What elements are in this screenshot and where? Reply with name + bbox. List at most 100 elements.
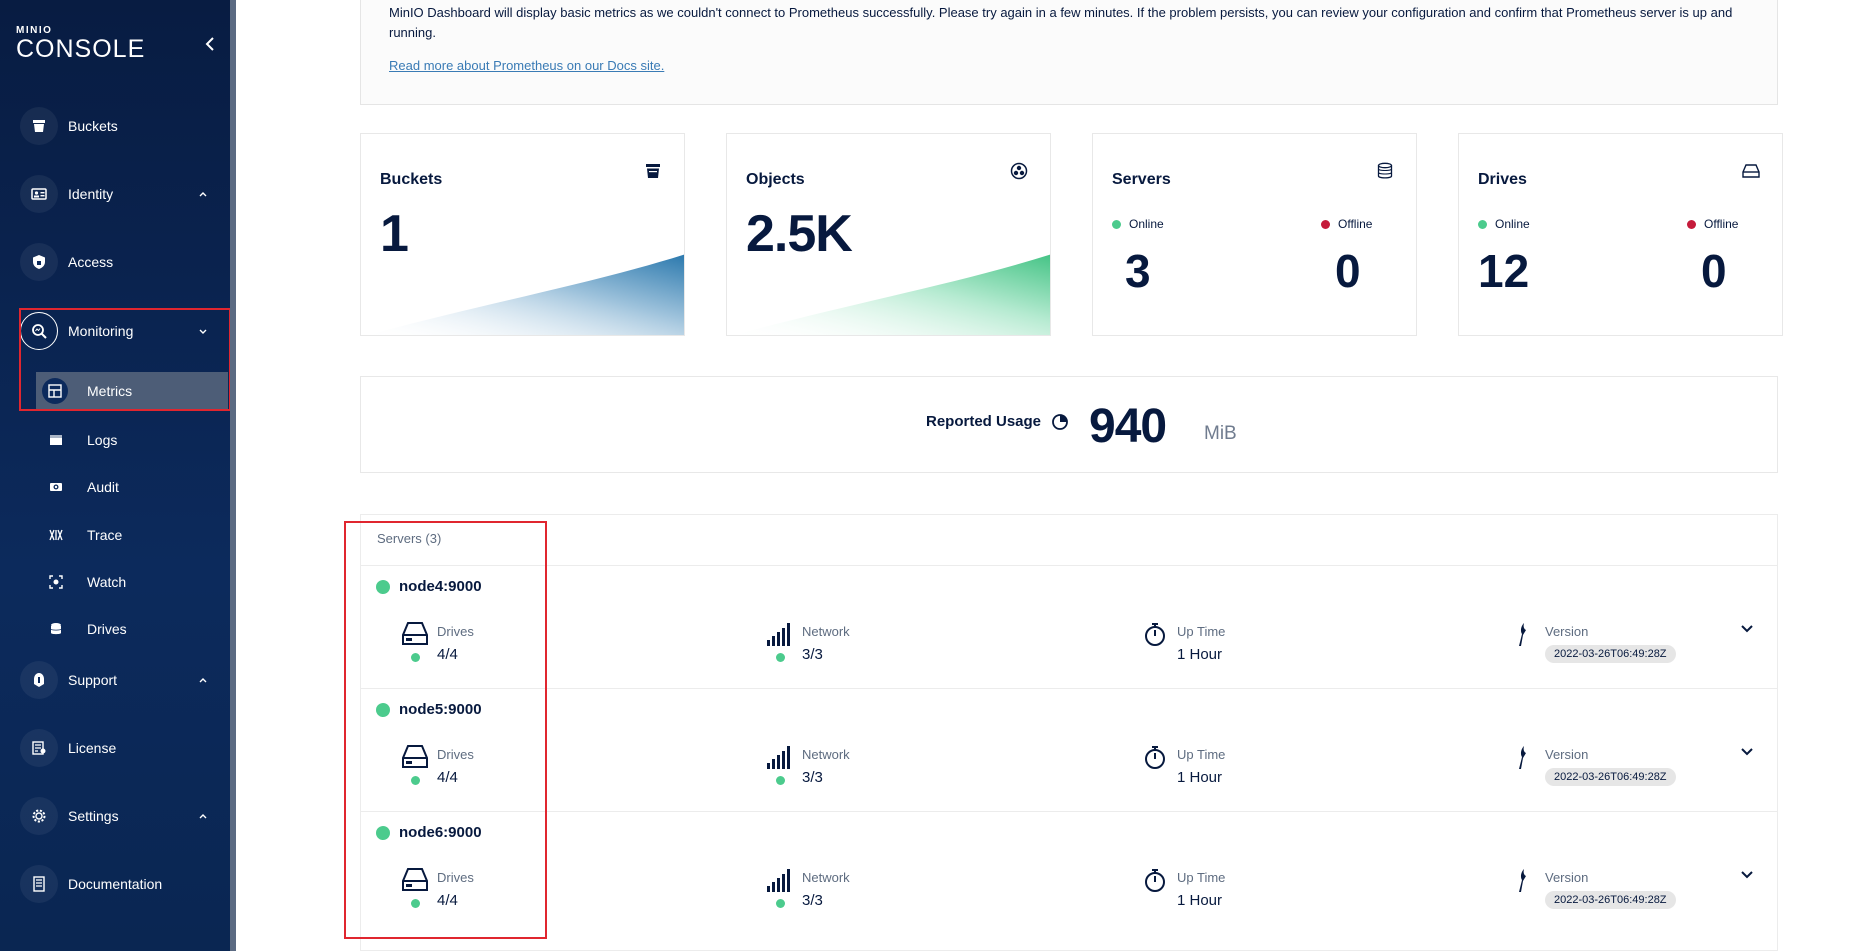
servers-offline-count: 0 bbox=[1335, 245, 1361, 297]
version-badge: 2022-03-26T06:49:28Z bbox=[1545, 768, 1676, 786]
servers-list: Servers (3) node4:9000 Drives 4/4 Networ… bbox=[360, 514, 1778, 951]
card-title: Servers bbox=[1112, 171, 1171, 188]
pie-chart-icon bbox=[1052, 414, 1068, 430]
sidebar-subitem-label: Logs bbox=[87, 432, 118, 448]
metric-value: 3/3 bbox=[802, 769, 823, 786]
highlight-box-monitoring bbox=[19, 308, 230, 411]
stopwatch-icon bbox=[1145, 623, 1165, 646]
chevron-up-icon[interactable] bbox=[197, 674, 209, 686]
reported-usage-panel: Reported Usage 940 MiB bbox=[360, 376, 1778, 473]
offline-label-text: Offline bbox=[1704, 217, 1739, 231]
minio-bird-icon bbox=[1519, 746, 1526, 769]
sidebar-item-label: Settings bbox=[68, 808, 119, 824]
signal-bars-icon bbox=[767, 623, 790, 646]
metric-label: Version bbox=[1545, 624, 1589, 639]
chevron-up-icon[interactable] bbox=[197, 188, 209, 200]
offline-dot bbox=[1321, 219, 1330, 229]
card-title: Objects bbox=[746, 171, 805, 188]
sidebar-item-support[interactable]: Support bbox=[0, 655, 230, 705]
servers-offline-label: Offline bbox=[1321, 217, 1372, 231]
logo-bottom-text: CONSOLE bbox=[16, 35, 146, 63]
gear-icon bbox=[20, 797, 58, 835]
metric-label: Version bbox=[1545, 870, 1589, 885]
bucket-icon bbox=[646, 164, 660, 178]
status-dot bbox=[776, 899, 785, 908]
sidebar-item-documentation[interactable]: Documentation bbox=[0, 859, 230, 909]
sidebar-item-label: Support bbox=[68, 672, 118, 688]
metric-value: 1 Hour bbox=[1177, 892, 1223, 909]
sidebar-subitem-logs[interactable]: Logs bbox=[36, 421, 228, 459]
version-badge: 2022-03-26T06:49:28Z bbox=[1545, 645, 1676, 663]
metric-label: Up Time bbox=[1177, 747, 1226, 762]
online-dot bbox=[1112, 219, 1121, 229]
stopwatch-icon bbox=[1145, 746, 1165, 769]
alert-message: MinIO Dashboard will display basic metri… bbox=[389, 5, 1733, 40]
signal-bars-icon bbox=[767, 869, 790, 892]
offline-dot bbox=[1687, 219, 1696, 229]
app-root: MINIO CONSOLE Buckets Identity Access Mo… bbox=[0, 0, 1872, 951]
chevron-down-icon[interactable] bbox=[1739, 620, 1755, 636]
sidebar-subitem-watch[interactable]: Watch bbox=[36, 563, 228, 601]
chevron-left-icon[interactable] bbox=[203, 36, 219, 52]
usage-unit: MiB bbox=[1204, 423, 1237, 444]
drives-online-count: 12 bbox=[1478, 245, 1530, 297]
card-title: Drives bbox=[1478, 171, 1527, 188]
sidebar: MINIO CONSOLE Buckets Identity Access Mo… bbox=[0, 0, 236, 951]
servers-card: Servers Online Offline 3 0 bbox=[1092, 133, 1417, 336]
servers-online-label: Online bbox=[1112, 217, 1164, 231]
chevron-up-icon[interactable] bbox=[197, 810, 209, 822]
sidebar-item-label: License bbox=[68, 740, 117, 756]
sidebar-item-label: Buckets bbox=[68, 118, 118, 134]
minio-bird-icon bbox=[1519, 869, 1526, 892]
server-row[interactable]: node4:9000 Drives 4/4 Network 3/3 Up Tim… bbox=[361, 565, 1777, 688]
metric-value: 3/3 bbox=[802, 892, 823, 909]
prometheus-alert: MinIO Dashboard will display basic metri… bbox=[360, 0, 1778, 105]
audit-icon bbox=[46, 477, 66, 497]
drives-offline-label: Offline bbox=[1687, 217, 1738, 231]
online-label-text: Online bbox=[1495, 217, 1530, 231]
usage-value: 940 bbox=[1089, 400, 1167, 453]
server-row[interactable]: node6:9000 Drives 4/4 Network 3/3 Up Tim… bbox=[361, 811, 1777, 934]
signal-bars-icon bbox=[767, 746, 790, 769]
drives-stack-icon bbox=[46, 619, 66, 639]
license-icon bbox=[20, 729, 58, 767]
sidebar-item-access[interactable]: Access bbox=[0, 237, 230, 287]
metric-label: Version bbox=[1545, 747, 1589, 762]
highlight-box-servers bbox=[344, 521, 547, 939]
offline-label-text: Offline bbox=[1338, 217, 1373, 231]
objects-card: Objects 2.5K bbox=[726, 133, 1051, 336]
sidebar-subitem-trace[interactable]: Trace bbox=[36, 516, 228, 554]
status-dot bbox=[776, 776, 785, 785]
metric-value: 3/3 bbox=[802, 646, 823, 663]
sidebar-item-identity[interactable]: Identity bbox=[0, 169, 230, 219]
metric-value: 1 Hour bbox=[1177, 646, 1223, 663]
bucket-icon bbox=[20, 107, 58, 145]
metric-label: Up Time bbox=[1177, 624, 1226, 639]
sidebar-item-license[interactable]: License bbox=[0, 723, 230, 773]
objects-icon bbox=[1010, 162, 1028, 180]
stopwatch-icon bbox=[1145, 869, 1165, 892]
server-row[interactable]: node5:9000 Drives 4/4 Network 3/3 Up Tim… bbox=[361, 688, 1777, 811]
metric-value: 1 Hour bbox=[1177, 769, 1223, 786]
prometheus-docs-link[interactable]: Read more about Prometheus on our Docs s… bbox=[389, 58, 664, 73]
sidebar-subitem-label: Drives bbox=[87, 621, 127, 637]
hard-drive-icon bbox=[1742, 164, 1760, 178]
sidebar-item-label: Documentation bbox=[68, 876, 163, 892]
minio-console-logo[interactable]: MINIO CONSOLE bbox=[16, 26, 146, 63]
metric-label: Network bbox=[802, 747, 850, 762]
sidebar-item-buckets[interactable]: Buckets bbox=[0, 101, 230, 151]
metric-label: Network bbox=[802, 624, 850, 639]
chevron-down-icon[interactable] bbox=[1739, 866, 1755, 882]
sidebar-subitem-audit[interactable]: Audit bbox=[36, 468, 228, 506]
trace-icon bbox=[46, 525, 66, 545]
sidebar-subitem-drives[interactable]: Drives bbox=[36, 610, 228, 648]
sidebar-item-settings[interactable]: Settings bbox=[0, 791, 230, 841]
sidebar-subitem-label: Audit bbox=[87, 479, 119, 495]
minio-bird-icon bbox=[1519, 623, 1526, 646]
sidebar-item-label: Access bbox=[68, 254, 114, 270]
online-label-text: Online bbox=[1129, 217, 1164, 231]
identity-icon bbox=[20, 175, 58, 213]
drives-online-label: Online bbox=[1478, 217, 1530, 231]
chevron-down-icon[interactable] bbox=[1739, 743, 1755, 759]
version-badge: 2022-03-26T06:49:28Z bbox=[1545, 891, 1676, 909]
